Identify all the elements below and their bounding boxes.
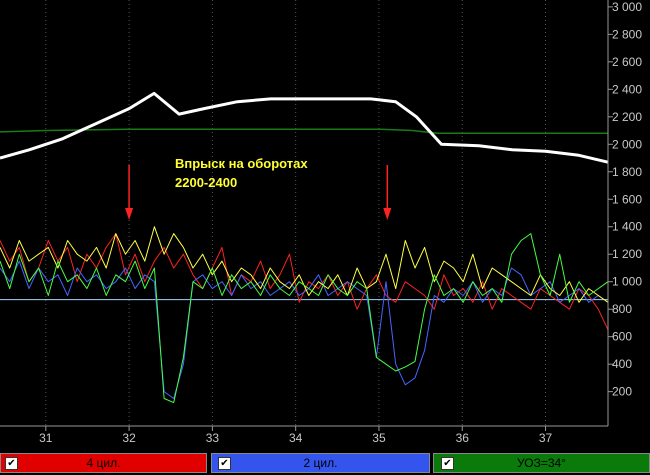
x-tick-label: 31 (39, 431, 53, 445)
x-tick-label: 35 (372, 431, 386, 445)
y-tick-label: 600 (612, 330, 632, 344)
annotation-line-1: Впрыск на оборотах (175, 156, 308, 171)
y-tick-label: 1 600 (612, 192, 642, 206)
x-tick-label: 37 (539, 431, 553, 445)
legend-item-cyl2[interactable]: ✔ 2 цил. (211, 453, 430, 473)
y-tick-label: 3 000 (612, 0, 642, 14)
y-tick-label: 1 800 (612, 165, 642, 179)
y-tick-label: 800 (612, 302, 632, 316)
plot-background (0, 0, 608, 426)
legend-label-uoz: УОЗ=34° (517, 456, 566, 470)
y-tick-label: 2 800 (612, 27, 642, 41)
annotation-line-2: 2200-2400 (175, 175, 237, 190)
legend-bar: ✔ 4 цил. ✔ 2 цил. ✔ УОЗ=34° (0, 452, 650, 475)
y-tick-label: 2 200 (612, 110, 642, 124)
y-tick-label: 2 000 (612, 137, 642, 151)
legend-label-cyl2: 2 цил. (303, 456, 338, 470)
y-tick-label: 2 400 (612, 82, 642, 96)
x-tick-label: 34 (289, 431, 303, 445)
y-tick-label: 400 (612, 357, 632, 371)
legend-item-uoz[interactable]: ✔ УОЗ=34° (433, 453, 650, 473)
y-tick-label: 2 600 (612, 55, 642, 69)
y-tick-label: 1 400 (612, 220, 642, 234)
x-axis-ticks: 31 32 33 34 35 36 37 (39, 426, 553, 445)
legend-item-cyl4[interactable]: ✔ 4 цил. (0, 453, 207, 473)
y-axis-ticks: 200 400 600 800 1 000 1 200 1 400 1 600 1 800 2 0… (608, 0, 642, 399)
x-tick-label: 32 (122, 431, 136, 445)
legend-label-cyl4: 4 цил. (86, 456, 121, 470)
y-tick-label: 200 (612, 385, 632, 399)
x-tick-label: 33 (206, 431, 220, 445)
y-tick-label: 1 200 (612, 247, 642, 261)
chart-area: Впрыск на оборотах 2200-2400 200 400 600 80… (0, 0, 642, 445)
y-tick-label: 1 000 (612, 275, 642, 289)
x-tick-label: 36 (456, 431, 470, 445)
